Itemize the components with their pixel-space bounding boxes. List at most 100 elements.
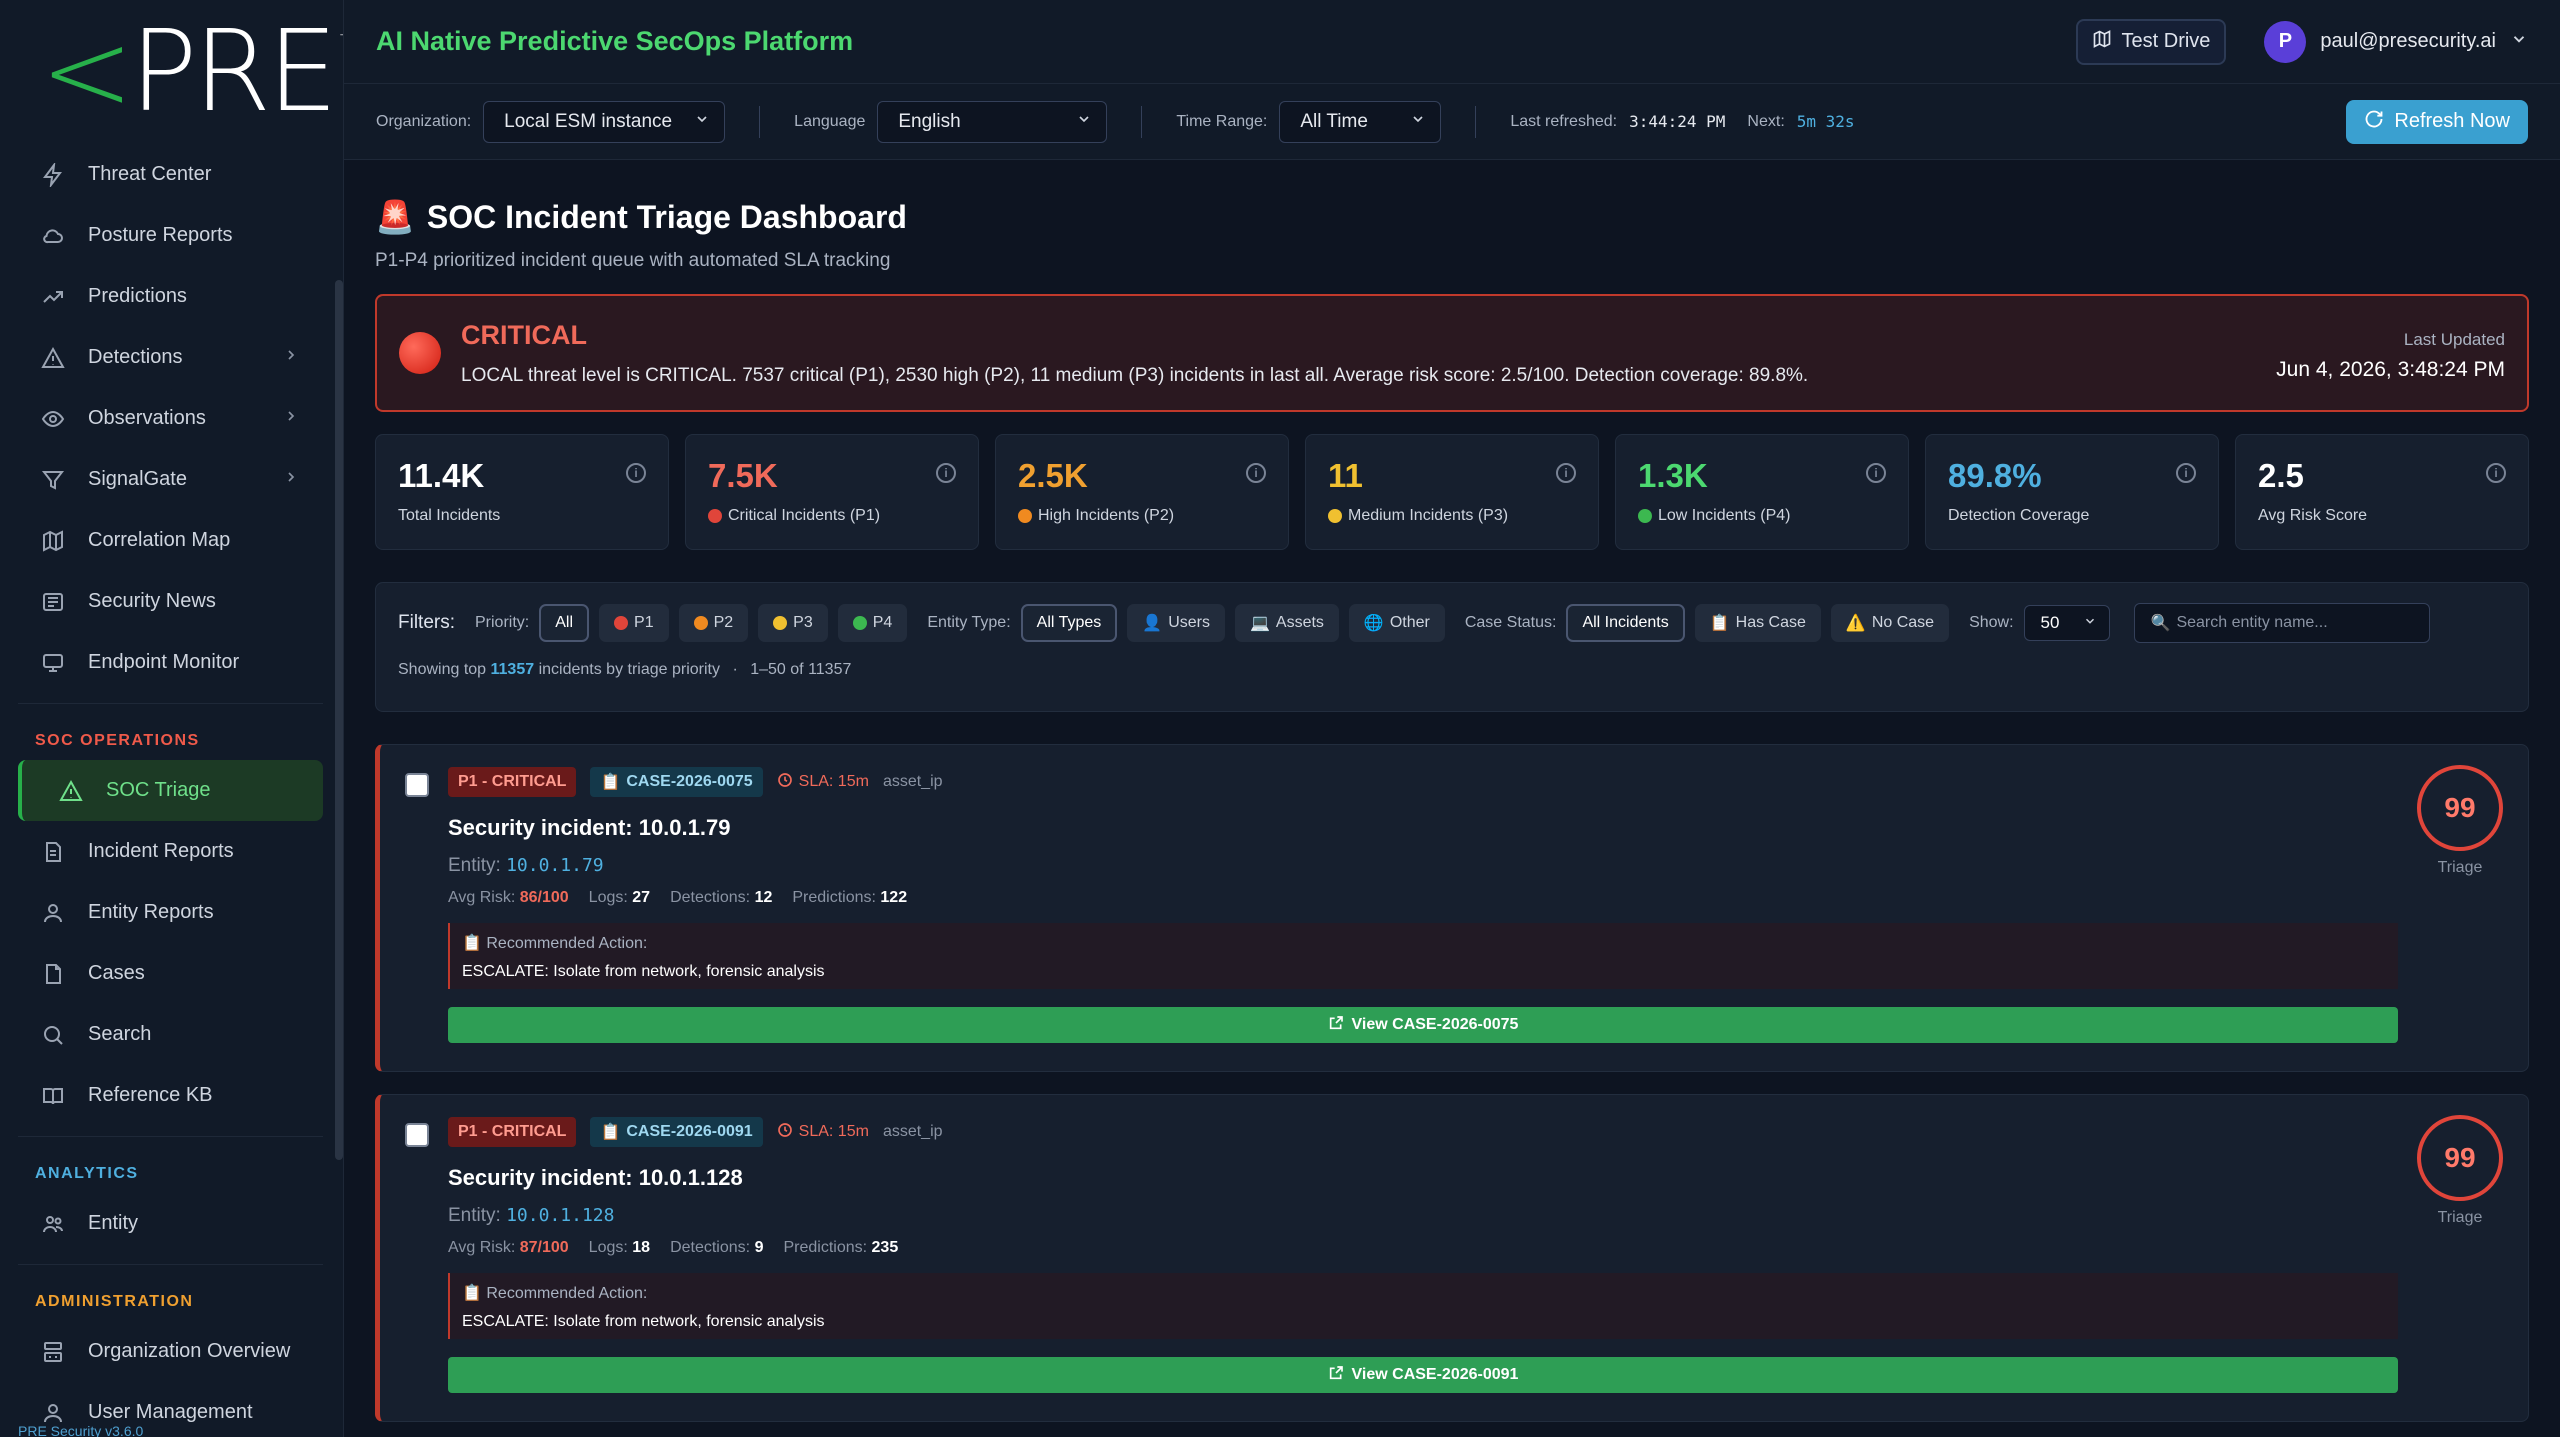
- entity-chip-other[interactable]: 🌐 Other: [1348, 604, 1445, 642]
- stat-label: Critical Incidents (P1): [728, 507, 881, 524]
- stat-value: 7.5K: [708, 457, 778, 494]
- main-area: AI Native Predictive SecOps Platform Tes…: [344, 0, 2560, 1437]
- info-icon[interactable]: i: [1556, 463, 1576, 483]
- page-title: 🚨 SOC Incident Triage Dashboard: [375, 198, 2529, 236]
- clipboard-icon: 📋: [600, 774, 621, 791]
- priority-chip-p4[interactable]: P4: [837, 604, 908, 642]
- info-icon[interactable]: i: [626, 463, 646, 483]
- top-bar: AI Native Predictive SecOps Platform Tes…: [344, 0, 2560, 84]
- showing-count: 11357: [490, 661, 535, 678]
- language-select[interactable]: English: [877, 100, 1108, 143]
- test-drive-button[interactable]: Test Drive: [2075, 18, 2227, 65]
- logs-value: 27: [632, 889, 651, 906]
- sidebar-item-signalgate[interactable]: SignalGate: [18, 449, 323, 510]
- incident-checkbox[interactable]: [405, 1123, 429, 1147]
- priority-chip-p1[interactable]: P1: [599, 604, 669, 642]
- search-placeholder: Search entity name...: [2176, 614, 2328, 631]
- page-size-select[interactable]: 50: [2023, 605, 2110, 641]
- chevron-down-icon: [2083, 613, 2097, 633]
- case-chip-no-case[interactable]: ⚠️ No Case: [1830, 604, 1950, 642]
- next-refresh-label: Next:: [1747, 112, 1785, 130]
- priority-chip-p3[interactable]: P3: [758, 604, 828, 642]
- stat-value: 2.5: [2258, 457, 2304, 494]
- stat-value: 1.3K: [1638, 457, 1708, 494]
- sidebar-item-entity[interactable]: Entity: [18, 1193, 323, 1254]
- entity-label: Entity:: [448, 855, 501, 876]
- entity-search-input[interactable]: 🔍 Search entity name...: [2133, 603, 2430, 643]
- entity-value[interactable]: 10.0.1.79: [506, 855, 604, 876]
- file-icon: [40, 961, 66, 987]
- entity-chip-users[interactable]: 👤 Users: [1127, 604, 1225, 642]
- sidebar-item-label: Incident Reports: [88, 840, 234, 862]
- sidebar-item-incident-reports[interactable]: Incident Reports: [18, 821, 323, 882]
- metric-label: Avg Risk:: [448, 1239, 516, 1256]
- search-icon: [40, 1022, 66, 1048]
- sidebar-item-observations[interactable]: Observations: [18, 388, 323, 449]
- view-case-button[interactable]: View CASE-2026-0075: [448, 1007, 2398, 1043]
- sidebar-item-correlation-map[interactable]: Correlation Map: [18, 510, 323, 571]
- logo-trademark: TM: [340, 33, 343, 49]
- entity-chip-all-types[interactable]: All Types: [1020, 604, 1118, 642]
- divider: [1141, 105, 1143, 138]
- stat-card: 2.5K High Incidents (P2) i: [995, 434, 1289, 550]
- sidebar-item-predictions[interactable]: Predictions: [18, 266, 323, 327]
- sidebar-item-reference-kb[interactable]: Reference KB: [18, 1065, 323, 1126]
- test-drive-label: Test Drive: [2121, 30, 2211, 52]
- info-icon[interactable]: i: [2176, 463, 2196, 483]
- sidebar-scrollbar[interactable]: [335, 280, 343, 1160]
- chip-label: All: [555, 614, 574, 631]
- logo-wordmark: PRE: [129, 7, 338, 137]
- sidebar-item-entity-reports[interactable]: Entity Reports: [18, 882, 323, 943]
- recommended-action-label: Recommended Action:: [486, 1285, 648, 1302]
- org-select[interactable]: Local ESM instance: [483, 100, 726, 143]
- incident-metrics: Avg Risk: 86/100 Logs: 27 Detections: 12…: [448, 889, 2502, 907]
- case-badge[interactable]: 📋 CASE-2026-0091: [590, 1117, 763, 1147]
- incident-checkbox[interactable]: [405, 773, 429, 797]
- info-icon[interactable]: i: [936, 463, 956, 483]
- map-icon: [2092, 29, 2112, 55]
- pre-logo[interactable]: <PRETM: [0, 0, 343, 144]
- sidebar-item-security-news[interactable]: Security News: [18, 571, 323, 632]
- doc-icon: [40, 839, 66, 865]
- user-menu[interactable]: P paul@presecurity.ai: [2264, 20, 2528, 63]
- case-chip-has-case[interactable]: 📋 Has Case: [1694, 604, 1821, 642]
- clipboard-icon: 📋: [600, 1124, 621, 1141]
- metric-label: Detections:: [670, 1239, 751, 1256]
- case-chip-all-incidents[interactable]: All Incidents: [1566, 604, 1685, 642]
- sidebar-item-cases[interactable]: Cases: [18, 943, 323, 1004]
- sidebar-item-endpoint-monitor[interactable]: Endpoint Monitor: [18, 632, 323, 693]
- chip-label: P2: [713, 614, 734, 631]
- sidebar-item-label: Correlation Map: [88, 529, 231, 551]
- sidebar-item-label: Search: [88, 1023, 152, 1045]
- last-refreshed-value: 3:44:24 PM: [1629, 112, 1726, 131]
- stat-card: 89.8% Detection Coverage i: [1925, 434, 2219, 550]
- case-badge[interactable]: 📋 CASE-2026-0075: [590, 767, 763, 797]
- priority-chip-all[interactable]: All: [539, 604, 590, 642]
- sidebar-item-label: SOC Triage: [106, 779, 211, 801]
- info-icon[interactable]: i: [1866, 463, 1886, 483]
- sidebar-item-detections[interactable]: Detections: [18, 327, 323, 388]
- siren-icon: 🚨: [375, 199, 415, 235]
- info-icon[interactable]: i: [2486, 463, 2506, 483]
- sidebar-item-posture-reports[interactable]: Posture Reports: [18, 205, 323, 266]
- sidebar-item-threat-center[interactable]: Threat Center: [18, 144, 323, 205]
- clock-icon: [777, 1122, 793, 1143]
- time-range-select[interactable]: All Time: [1279, 100, 1442, 143]
- sidebar-item-search[interactable]: Search: [18, 1004, 323, 1065]
- sidebar-item-organization-overview[interactable]: Organization Overview: [18, 1321, 323, 1382]
- users-icon: [40, 1211, 66, 1237]
- priority-chip-p2[interactable]: P2: [678, 604, 749, 642]
- chip-label: Has Case: [1735, 614, 1806, 631]
- entity-label: Entity:: [448, 1205, 501, 1226]
- news-icon: [40, 589, 66, 615]
- view-case-button[interactable]: View CASE-2026-0091: [448, 1357, 2398, 1393]
- refresh-now-button[interactable]: Refresh Now: [2346, 99, 2528, 144]
- showing-prefix: Showing top: [398, 661, 487, 678]
- last-updated-label: Last Updated: [2403, 330, 2505, 349]
- entity-value[interactable]: 10.0.1.128: [506, 1205, 614, 1226]
- sidebar-item-soc-triage[interactable]: SOC Triage: [18, 760, 323, 821]
- entity-glyph-icon: 👤: [1142, 615, 1163, 632]
- info-icon[interactable]: i: [1246, 463, 1266, 483]
- sla-text: SLA: 15m: [798, 1123, 869, 1140]
- entity-chip-assets[interactable]: 💻 Assets: [1234, 604, 1339, 642]
